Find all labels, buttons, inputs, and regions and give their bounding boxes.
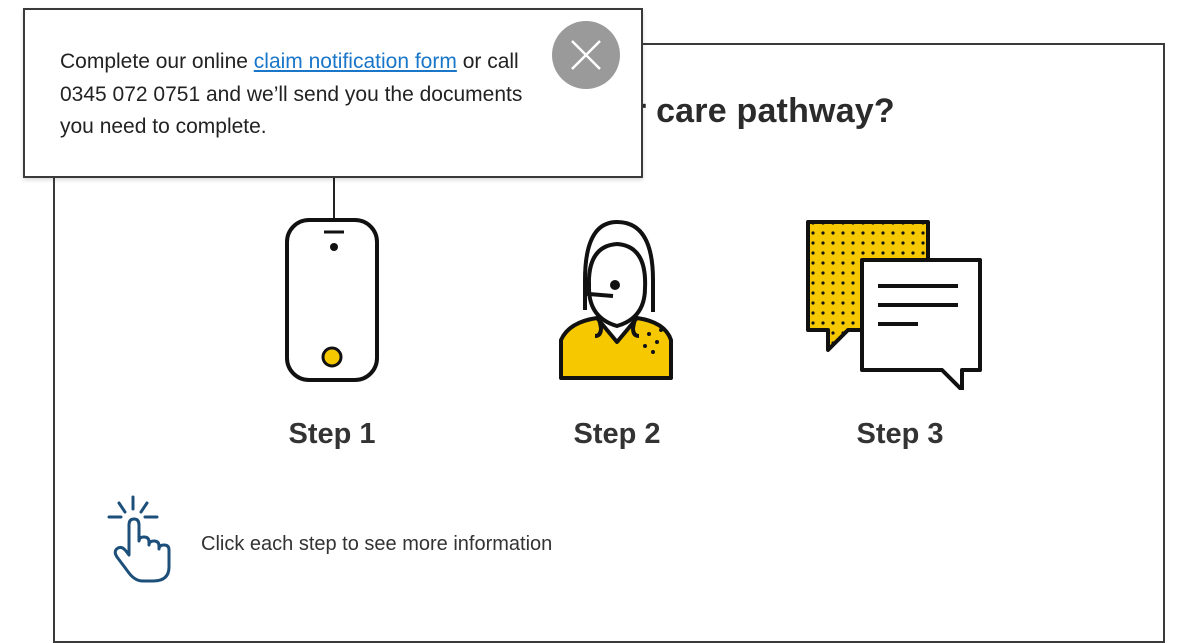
tooltip-popup: Complete our online claim notification f… [23,8,643,178]
step-2-button[interactable]: Step 2 [517,210,717,460]
step-1-button[interactable]: Step 1 [232,210,432,460]
step-2-label: Step 2 [573,418,661,450]
tooltip-connector [333,178,335,218]
step-3-label: Step 3 [856,418,944,450]
step-1-label: Step 1 [288,418,376,450]
step-3-button[interactable]: Step 3 [800,210,1000,460]
claim-notification-form-link[interactable]: claim notification form [254,50,457,73]
hint-text: Click each step to see more information [201,533,553,555]
headset-agent-icon [517,210,717,390]
page-heading: r care pathway? [633,92,895,130]
close-button[interactable] [552,21,620,89]
tooltip-text-before: Complete our online [60,50,254,73]
tooltip-text: Complete our online claim notification f… [60,46,560,144]
phone-icon [232,210,432,390]
click-hint: Click each step to see more information [105,495,705,585]
speech-bubbles-icon [800,210,1000,390]
